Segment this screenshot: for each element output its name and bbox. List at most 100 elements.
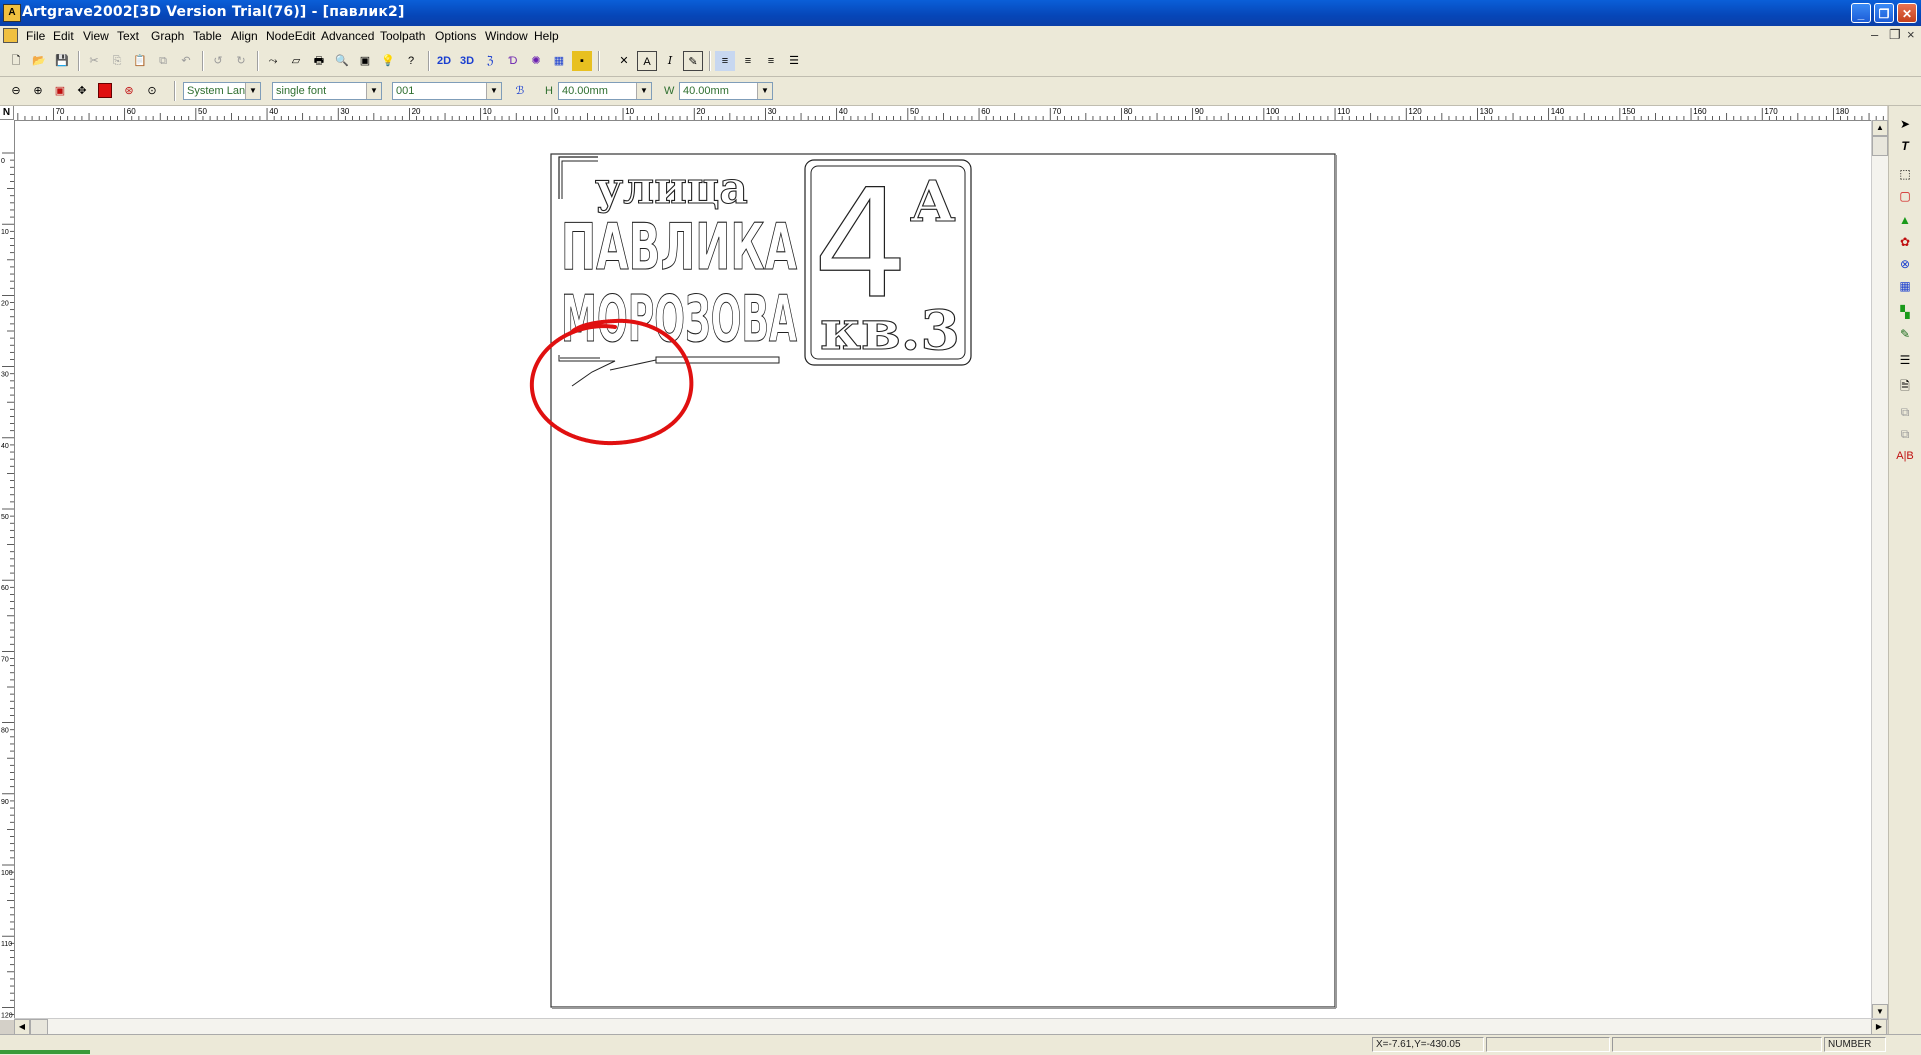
font-style-icon[interactable]: ℬ: [510, 81, 530, 101]
clone-tool-icon[interactable]: ⧉: [1895, 424, 1915, 444]
chevron-down-icon[interactable]: ▼: [636, 83, 651, 99]
close-button[interactable]: ✕: [1897, 3, 1917, 23]
page-tool-icon[interactable]: 🗎: [1895, 376, 1915, 396]
ruler-label: 20: [412, 107, 421, 116]
3d-letter-icon[interactable]: ℨ: [480, 51, 500, 71]
zoom-window-icon[interactable]: ⊛: [119, 81, 139, 101]
align-right-icon[interactable]: ≡: [761, 51, 781, 71]
font-name-select[interactable]: single font ▼: [272, 82, 382, 100]
menu-table[interactable]: Table: [193, 29, 222, 43]
align-left-icon[interactable]: ≡: [715, 51, 735, 71]
vertical-scrollbar[interactable]: ▲ ▼: [1871, 120, 1888, 1020]
layers-tool-icon[interactable]: ☰: [1895, 350, 1915, 370]
copy-icon[interactable]: ⎘: [107, 51, 127, 71]
menu-file[interactable]: File: [26, 29, 45, 43]
table-tool-icon[interactable]: ▦: [1895, 276, 1915, 296]
scroll-thumb[interactable]: [30, 1019, 48, 1035]
scroll-left-icon[interactable]: ◀: [14, 1019, 30, 1035]
ruler-label: 140: [1551, 107, 1565, 116]
menu-toolpath[interactable]: Toolpath: [380, 29, 425, 43]
fill-tool-icon[interactable]: ▲: [1895, 210, 1915, 230]
brush-tool-icon[interactable]: ✎: [1895, 324, 1915, 344]
menu-view[interactable]: View: [83, 29, 109, 43]
horizontal-scrollbar[interactable]: ◀ ▶: [14, 1018, 1887, 1035]
style-code-select[interactable]: 001 ▼: [392, 82, 502, 100]
node-tool-icon[interactable]: ⬚: [1895, 164, 1915, 184]
cut-icon[interactable]: ✂: [84, 51, 104, 71]
scroll-thumb[interactable]: [1872, 136, 1888, 156]
mdi-restore-button[interactable]: ❐: [1889, 27, 1901, 43]
new-file-icon[interactable]: 🗋: [6, 51, 26, 71]
select-arrow-icon[interactable]: ➤: [1895, 114, 1915, 134]
menu-window[interactable]: Window: [485, 29, 528, 43]
menu-edit[interactable]: Edit: [53, 29, 74, 43]
separator: [78, 51, 80, 71]
chevron-down-icon[interactable]: ▼: [245, 83, 260, 99]
open-folder-icon[interactable]: 📂: [29, 51, 49, 71]
3d-mode-icon[interactable]: 3D: [457, 51, 477, 71]
scroll-up-icon[interactable]: ▲: [1872, 120, 1888, 136]
redo-icon[interactable]: ↻: [231, 51, 251, 71]
print-preview-icon[interactable]: 🔍: [332, 51, 352, 71]
menu-align[interactable]: Align: [231, 29, 258, 43]
menu-graph[interactable]: Graph: [151, 29, 184, 43]
align-center-icon[interactable]: ≡: [738, 51, 758, 71]
color-palette-icon[interactable]: ▚: [1895, 302, 1915, 322]
width-input[interactable]: 40.00mm ▼: [679, 82, 773, 100]
app-icon[interactable]: A: [3, 4, 21, 22]
shapes-tool-icon[interactable]: ⊗: [1895, 254, 1915, 274]
3d-render-icon[interactable]: ✺: [526, 51, 546, 71]
help-icon[interactable]: ?: [401, 51, 421, 71]
justify-icon[interactable]: ☰: [784, 51, 804, 71]
paste-icon[interactable]: 📋: [130, 51, 150, 71]
chevron-down-icon[interactable]: ▼: [486, 83, 501, 99]
print-icon[interactable]: 🖶: [309, 51, 329, 71]
italic-icon[interactable]: I: [660, 51, 680, 71]
paste-special-icon[interactable]: ⧉: [153, 51, 173, 71]
node-edit-icon[interactable]: ✕: [614, 51, 634, 71]
menu-advanced[interactable]: Advanced: [321, 29, 374, 43]
maximize-button[interactable]: ❐: [1874, 3, 1894, 23]
text-tool-icon[interactable]: T: [1895, 136, 1915, 156]
zoom-all-icon[interactable]: ⊙: [142, 81, 162, 101]
undo-history-icon[interactable]: ↶: [176, 51, 196, 71]
chevron-down-icon[interactable]: ▼: [366, 83, 381, 99]
pan-icon[interactable]: ✥: [72, 81, 92, 101]
light-bulb-icon[interactable]: 💡: [378, 51, 398, 71]
ruler-label: 40: [839, 107, 848, 116]
scroll-right-icon[interactable]: ▶: [1871, 1019, 1887, 1035]
scan-icon[interactable]: ⤳: [263, 51, 283, 71]
mdi-close-button[interactable]: ×: [1907, 27, 1915, 42]
drawing-canvas[interactable]: улица ПАВЛИКА МОРОЗОВА 4 А кв.3: [15, 121, 1883, 1018]
menu-help[interactable]: Help: [534, 29, 559, 43]
menu-text[interactable]: Text: [117, 29, 139, 43]
paint-tool-icon[interactable]: ✿: [1895, 232, 1915, 252]
2d-mode-icon[interactable]: 2D: [434, 51, 454, 71]
menu-nodeedit[interactable]: NodeEdit: [266, 29, 315, 43]
undo-icon[interactable]: ↺: [208, 51, 228, 71]
color-table-icon[interactable]: ▪: [572, 51, 592, 71]
color-swatch-icon[interactable]: [98, 83, 112, 98]
text-fit-icon[interactable]: A|B: [1895, 446, 1915, 466]
zoom-out-icon[interactable]: ⊖: [6, 81, 26, 101]
rectangle-tool-icon[interactable]: ▢: [1895, 186, 1915, 206]
3d-view-icon[interactable]: Ɗ: [503, 51, 523, 71]
minimize-button[interactable]: _: [1851, 3, 1871, 23]
zoom-fit-icon[interactable]: ▣: [50, 81, 70, 101]
preview-icon[interactable]: ▣: [355, 51, 375, 71]
height-input[interactable]: 40.00mm ▼: [558, 82, 652, 100]
keyboard-mode: NUMBER: [1824, 1037, 1886, 1052]
grid-icon[interactable]: ▦: [549, 51, 569, 71]
zoom-in-icon[interactable]: ⊕: [28, 81, 48, 101]
edit-box-icon[interactable]: ✎: [683, 51, 703, 71]
menu-options[interactable]: Options: [435, 29, 476, 43]
font-language-select[interactable]: System Lan ▼: [183, 82, 261, 100]
document-icon[interactable]: [3, 28, 18, 43]
save-icon[interactable]: 💾: [52, 51, 72, 71]
copy-tool-icon[interactable]: ⧉: [1895, 402, 1915, 422]
toolpath-icon[interactable]: ▱: [286, 51, 306, 71]
house-letter: А: [910, 169, 956, 235]
text-frame-icon[interactable]: A: [637, 51, 657, 71]
chevron-down-icon[interactable]: ▼: [757, 83, 772, 99]
mdi-minimize-button[interactable]: –: [1871, 27, 1878, 42]
